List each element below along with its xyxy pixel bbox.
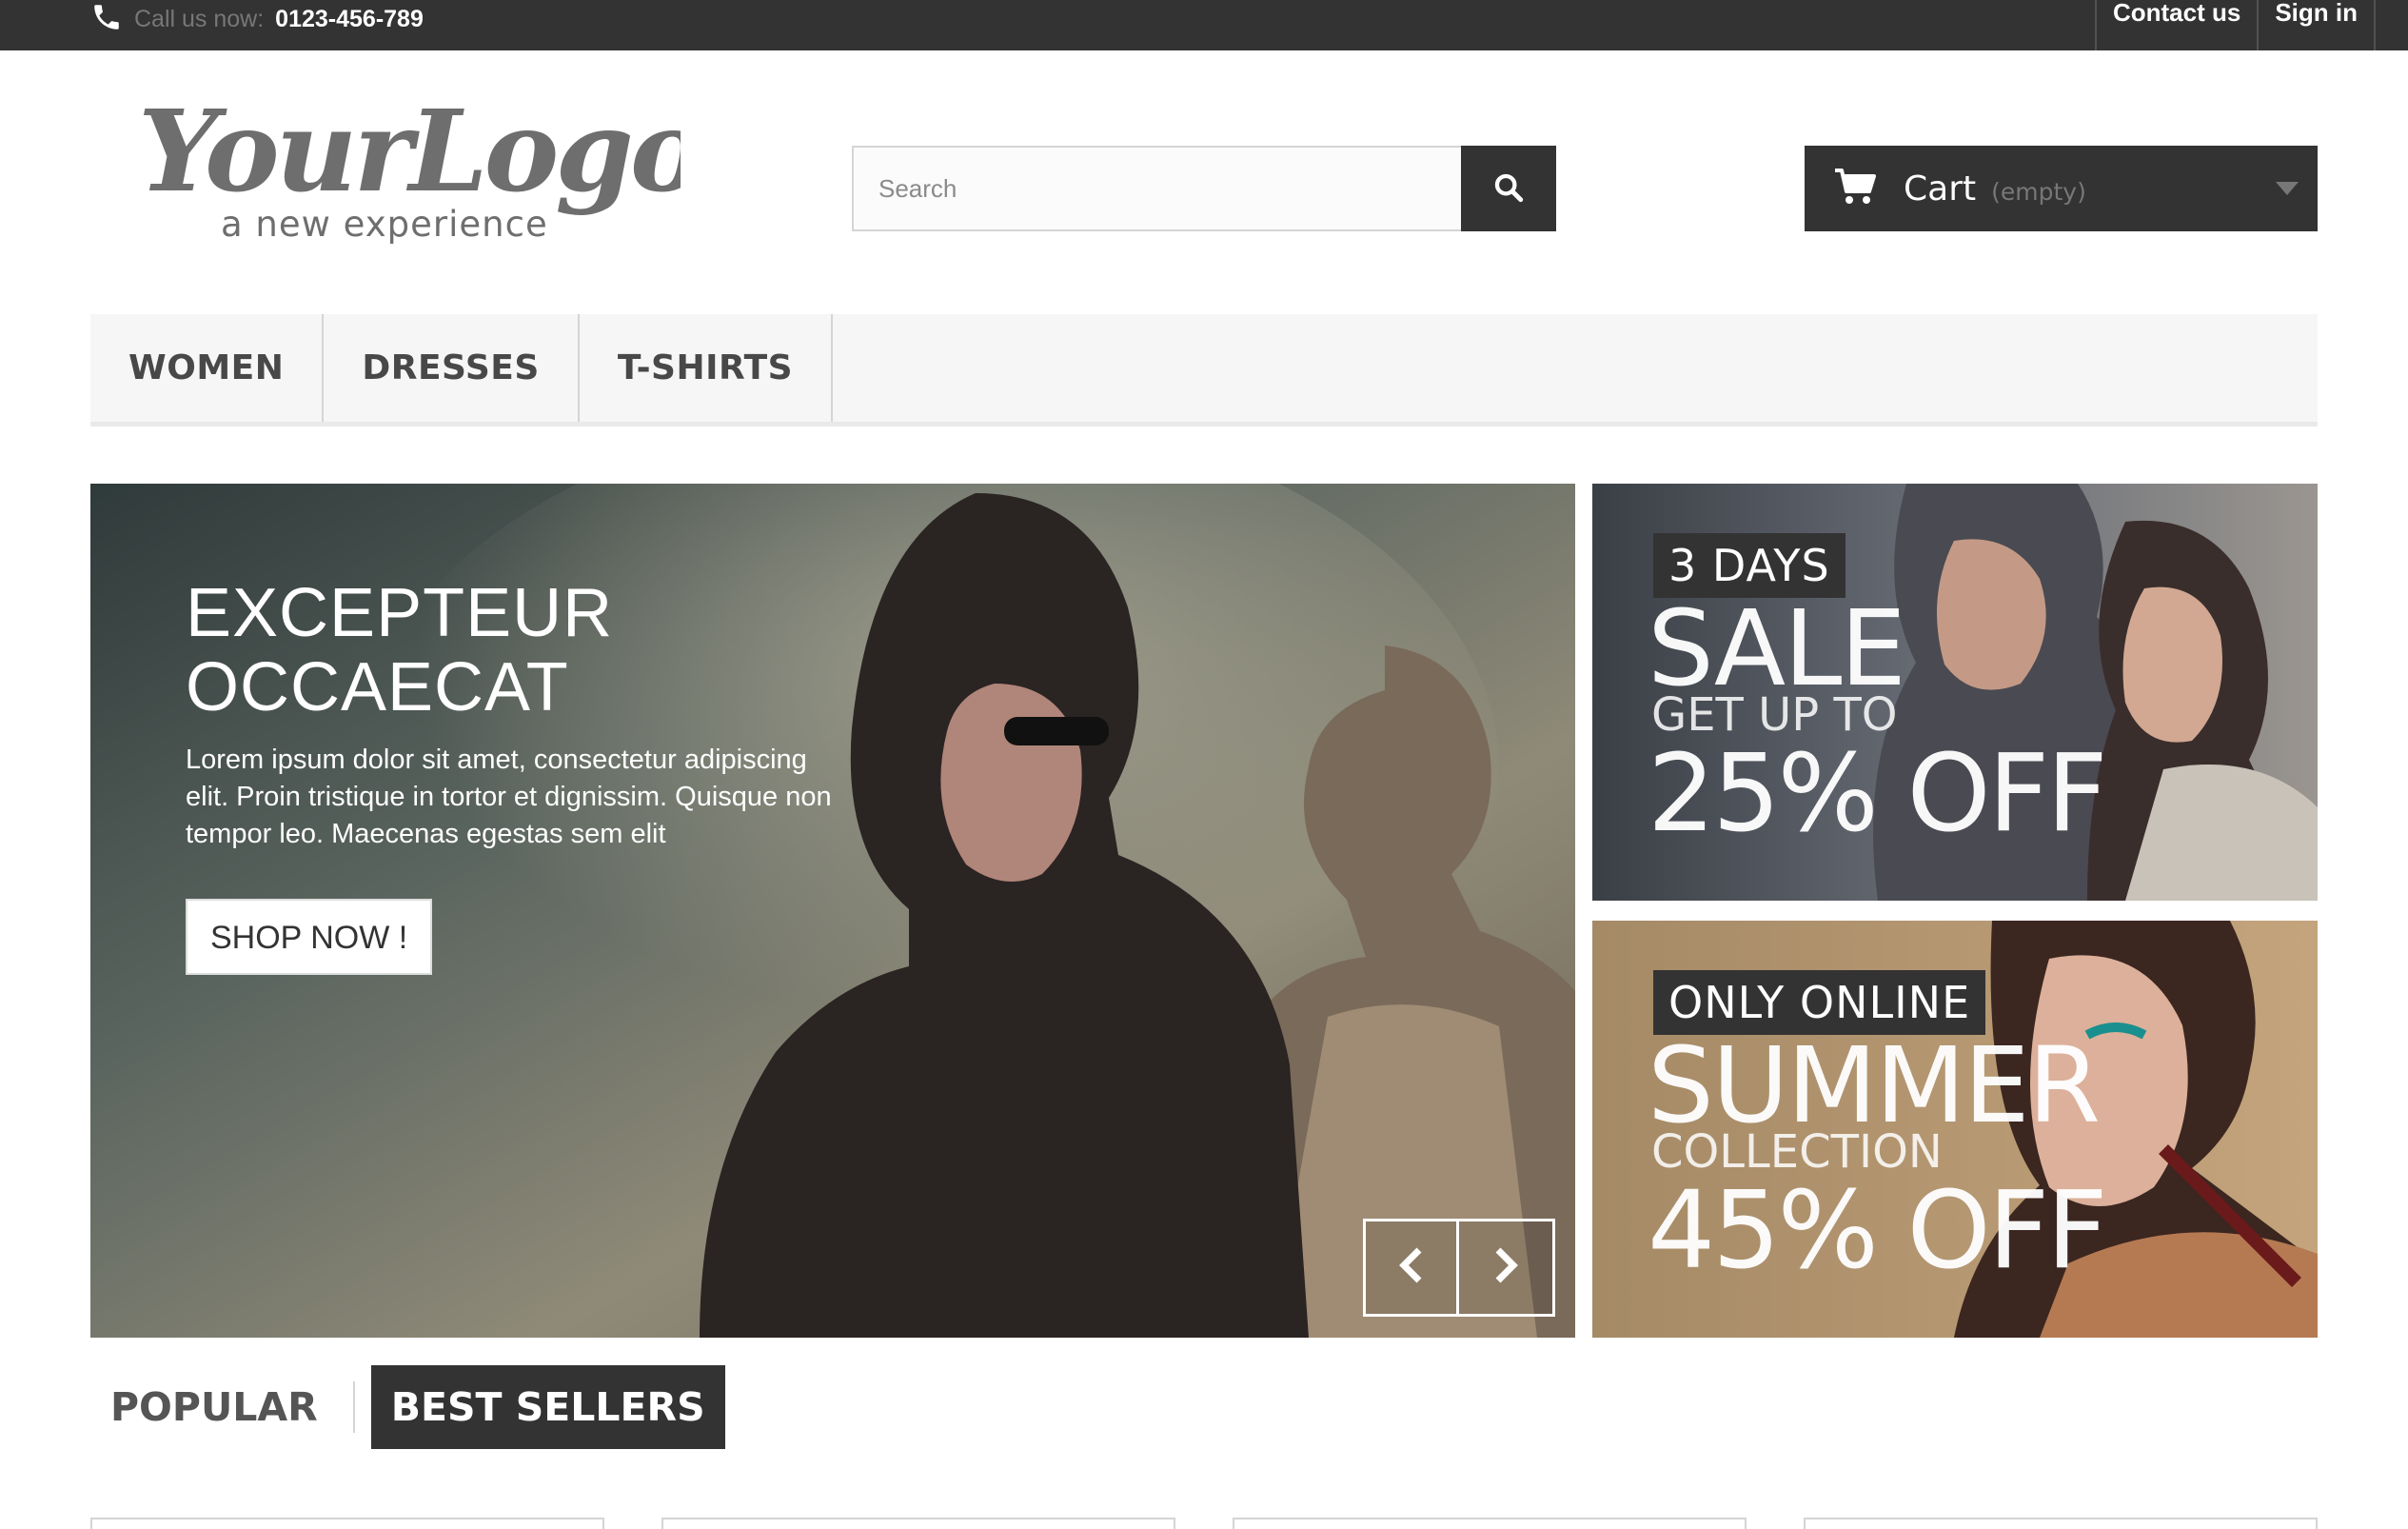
promo-discount: 45% OFF bbox=[1648, 1169, 2108, 1293]
product-card[interactable] bbox=[1804, 1518, 2318, 1529]
main-menu: WOMEN DRESSES T-SHIRTS bbox=[90, 314, 2318, 427]
top-bar: Call us now: 0123-456-789 Contact us Sig… bbox=[0, 0, 2408, 50]
phone-number: 0123-456-789 bbox=[275, 5, 424, 32]
product-card[interactable] bbox=[90, 1518, 604, 1529]
phone-info: Call us now: 0123-456-789 bbox=[90, 0, 424, 38]
promo-headline: SALE bbox=[1648, 587, 1906, 709]
call-label: Call us now: bbox=[134, 5, 265, 32]
slide-text: Lorem ipsum dolor sit amet, consectetur … bbox=[186, 745, 832, 849]
tab-best-sellers[interactable]: BEST SELLERS bbox=[370, 1365, 725, 1449]
cart-status: (empty) bbox=[1991, 177, 2086, 206]
product-card[interactable] bbox=[1233, 1518, 1747, 1529]
site-logo[interactable]: YourLogo a new experience bbox=[138, 85, 705, 252]
search-button[interactable] bbox=[1461, 146, 1556, 231]
search-input[interactable] bbox=[852, 146, 1461, 231]
contact-us-link[interactable]: Contact us bbox=[2094, 0, 2257, 50]
cart-button[interactable]: Cart (empty) bbox=[1805, 146, 2318, 231]
tab-divider bbox=[352, 1381, 355, 1433]
cart-label: Cart bbox=[1904, 169, 1977, 208]
slide-caption: EXCEPTEUR OCCAECAT Lorem ipsum dolor sit… bbox=[186, 576, 852, 975]
promo-banner-summer[interactable]: ONLY ONLINE SUMMER COLLECTION 45% OFF bbox=[1592, 921, 2318, 1338]
promo-headline: SUMMER bbox=[1648, 1024, 2101, 1146]
chevron-left-icon bbox=[1398, 1246, 1425, 1289]
product-tabs: POPULAR BEST SELLERS bbox=[90, 1365, 725, 1449]
next-slide-button[interactable] bbox=[1459, 1219, 1555, 1317]
shop-now-button[interactable]: SHOP NOW ! bbox=[186, 899, 433, 975]
menu-item-women[interactable]: WOMEN bbox=[90, 314, 325, 422]
tab-popular[interactable]: POPULAR bbox=[90, 1365, 338, 1449]
menu-item-tshirts[interactable]: T-SHIRTS bbox=[580, 314, 834, 422]
phone-icon bbox=[90, 1, 123, 38]
menu-item-dresses[interactable]: DRESSES bbox=[324, 314, 580, 422]
search-bar bbox=[852, 146, 1556, 231]
chevron-down-icon bbox=[2276, 182, 2299, 200]
svg-text:a new experience: a new experience bbox=[221, 204, 548, 245]
slide-title-line-2: OCCAECAT bbox=[186, 649, 569, 725]
shopping-cart-icon bbox=[1833, 168, 1877, 210]
slide-title: EXCEPTEUR OCCAECAT bbox=[186, 576, 852, 725]
chevron-right-icon bbox=[1492, 1246, 1519, 1289]
promo-banner-sale[interactable]: 3 DAYS SALE GET UP TO 25% OFF bbox=[1592, 484, 2318, 901]
slide-title-line-1: EXCEPTEUR bbox=[186, 575, 614, 651]
slider-controls bbox=[1363, 1219, 1555, 1317]
homepage-slider: EXCEPTEUR OCCAECAT Lorem ipsum dolor sit… bbox=[90, 484, 1575, 1338]
product-card[interactable] bbox=[661, 1518, 1175, 1529]
prev-slide-button[interactable] bbox=[1363, 1219, 1459, 1317]
svg-text:YourLogo: YourLogo bbox=[138, 95, 681, 217]
search-icon bbox=[1492, 171, 1525, 207]
promo-discount: 25% OFF bbox=[1648, 732, 2108, 856]
sign-in-link[interactable]: Sign in bbox=[2257, 0, 2376, 50]
account-links: Contact us Sign in bbox=[2094, 0, 2376, 50]
